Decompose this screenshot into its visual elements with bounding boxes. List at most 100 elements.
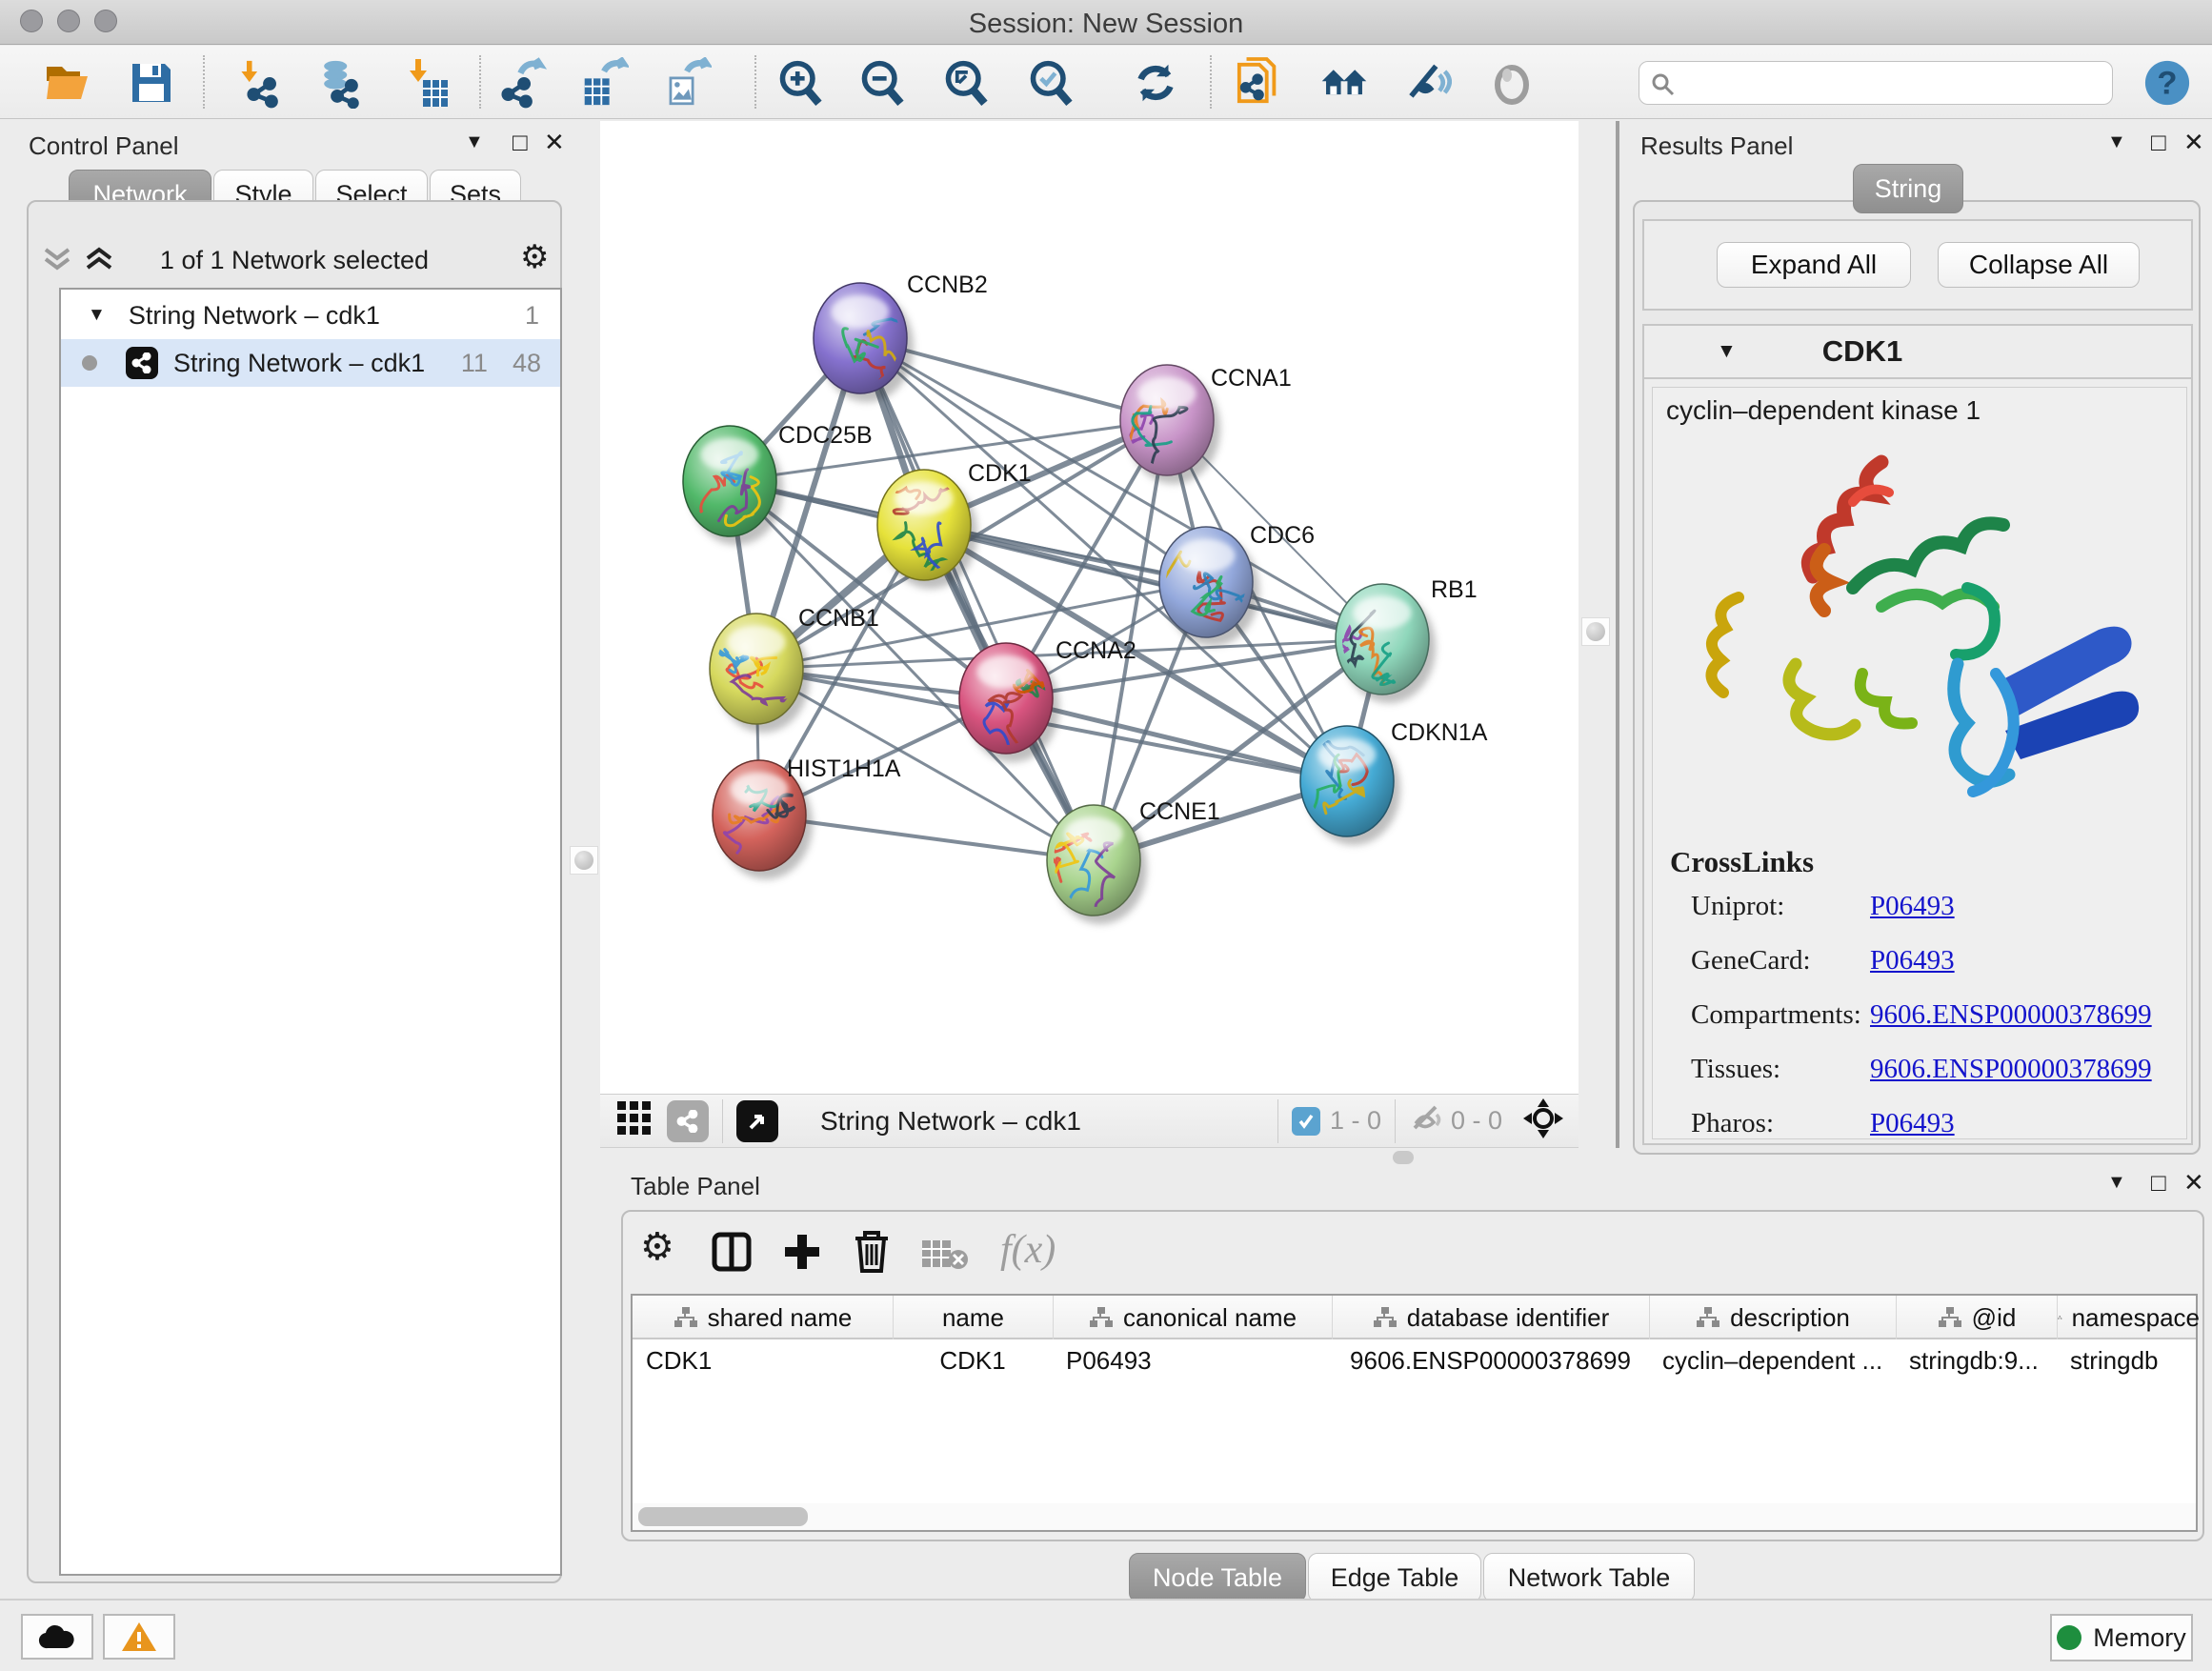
show-grid-icon[interactable]	[615, 1099, 654, 1142]
column-header[interactable]: name	[893, 1296, 1053, 1339]
toolbar-separator	[479, 55, 481, 109]
hide-glasses-icon[interactable]	[1404, 59, 1452, 107]
warning-icon	[120, 1621, 158, 1653]
column-header[interactable]: canonical name	[1053, 1296, 1332, 1339]
show-columns-icon[interactable]	[711, 1231, 753, 1273]
control-panel-float-icon[interactable]: □	[513, 128, 528, 157]
open-session-icon[interactable]	[44, 59, 91, 107]
share-document-icon[interactable]	[1236, 59, 1283, 107]
tree-expander-icon[interactable]: ▼	[88, 305, 106, 326]
protein-structure-image	[1681, 445, 2158, 816]
tab-node-table[interactable]: Node Table	[1129, 1553, 1306, 1602]
column-header[interactable]: database identifier	[1332, 1296, 1649, 1339]
node-label-CDKN1A: CDKN1A	[1391, 719, 1488, 746]
network-node-CCNA1[interactable]	[1120, 365, 1220, 484]
network-node-CDKN1A[interactable]	[1300, 726, 1400, 845]
refresh-icon[interactable]	[1132, 59, 1179, 107]
network-node-RB1[interactable]	[1332, 584, 1436, 703]
network-canvas[interactable]: CCNB2CCNA1CDC25BCDK1CDC6RB1CCNB1CCNA2CDK…	[600, 121, 1579, 1094]
add-column-icon[interactable]	[781, 1231, 823, 1273]
network-selection-status: 1 of 1 Network selected	[29, 246, 560, 275]
network-node-CDC25B[interactable]	[683, 426, 783, 545]
expand-all-button[interactable]: Expand All	[1717, 242, 1911, 288]
table-panel-menu-icon[interactable]: ▼	[2107, 1172, 2126, 1194]
table-panel-close-icon[interactable]: ✕	[2183, 1168, 2204, 1198]
fit-content-crosshair-icon[interactable]	[1523, 1098, 1563, 1143]
horizontal-scrollbar[interactable]	[633, 1503, 2196, 1530]
network-node-CCNE1[interactable]	[1047, 805, 1147, 933]
import-network-file-icon[interactable]	[234, 59, 282, 107]
import-table-icon[interactable]	[402, 59, 450, 107]
search-field[interactable]	[1639, 61, 2113, 105]
results-panel-menu-icon[interactable]: ▼	[2107, 131, 2126, 153]
network-node-CDC6[interactable]	[1150, 527, 1259, 646]
warning-status-button[interactable]	[103, 1614, 175, 1660]
crosslink-uniprot-link[interactable]: P06493	[1870, 891, 1955, 922]
export-image-icon[interactable]	[664, 59, 712, 107]
results-panel-float-icon[interactable]: □	[2151, 128, 2166, 157]
collapse-all-button[interactable]: Collapse All	[1938, 242, 2140, 288]
delete-column-icon[interactable]	[852, 1229, 892, 1275]
column-header[interactable]: @id	[1896, 1296, 2057, 1339]
zoom-fit-icon[interactable]	[942, 59, 990, 107]
network-edge-count: 48	[513, 349, 541, 378]
tab-network-table[interactable]: Network Table	[1483, 1553, 1695, 1602]
right-splitter-handle[interactable]	[1581, 617, 1610, 646]
control-panel-close-icon[interactable]: ✕	[544, 128, 565, 157]
results-panel-close-icon[interactable]: ✕	[2183, 128, 2204, 157]
selected-checkbox-icon[interactable]	[1292, 1107, 1320, 1136]
network-node-count: 11	[461, 349, 488, 378]
table-panel-title: Table Panel	[631, 1172, 760, 1201]
protein-expander-icon[interactable]: ▼	[1717, 340, 1737, 363]
tab-string[interactable]: String	[1853, 164, 1963, 213]
hierarchy-icon	[1696, 1306, 1720, 1329]
birdseye-view-icon[interactable]	[736, 1100, 778, 1142]
crosslink-label: Pharos:	[1691, 1108, 1774, 1139]
column-header[interactable]: shared name	[633, 1296, 893, 1339]
table-options-gear-icon[interactable]: ⚙	[640, 1225, 674, 1269]
column-header[interactable]: namespace	[2057, 1296, 2200, 1339]
cloud-status-button[interactable]	[21, 1614, 93, 1660]
protein-card-header[interactable]: ▼ CDK1	[1644, 326, 2191, 379]
network-collection-row[interactable]: ▼ String Network – cdk1 1	[61, 292, 560, 339]
network-share-icon[interactable]	[667, 1100, 709, 1142]
zoom-out-icon[interactable]	[858, 59, 906, 107]
protein-card: ▼ CDK1 cyclin–dependent kinase 1	[1642, 324, 2193, 1145]
help-icon[interactable]: ?	[2143, 59, 2191, 107]
string-home-icon[interactable]	[1320, 59, 1368, 107]
export-table-icon[interactable]	[581, 59, 629, 107]
table-panel-float-icon[interactable]: □	[2151, 1168, 2166, 1198]
column-header[interactable]: description	[1649, 1296, 1896, 1339]
crosslink-compartments-link[interactable]: 9606.ENSP00000378699	[1870, 999, 2152, 1031]
crosslink-genecard-link[interactable]: P06493	[1870, 945, 1955, 976]
node-label-CDC25B: CDC25B	[778, 422, 873, 449]
hierarchy-icon	[1373, 1306, 1398, 1329]
network-current-dot-icon	[82, 355, 97, 371]
network-row[interactable]: String Network – cdk1 11 48	[61, 339, 560, 387]
node-label-RB1: RB1	[1431, 576, 1478, 603]
crosslink-tissues-link[interactable]: 9606.ENSP00000378699	[1870, 1054, 2152, 1085]
node-label-CDC6: CDC6	[1250, 522, 1315, 549]
save-session-icon[interactable]	[128, 59, 175, 107]
network-node-CDK1[interactable]	[861, 470, 977, 589]
import-network-database-icon[interactable]	[314, 59, 362, 107]
crosslink-pharos-link[interactable]: P06493	[1870, 1108, 1955, 1139]
tab-edge-table[interactable]: Edge Table	[1308, 1553, 1481, 1602]
export-network-icon[interactable]	[501, 59, 549, 107]
search-input[interactable]	[1678, 68, 2087, 99]
zoom-selected-icon[interactable]	[1027, 59, 1075, 107]
zoom-in-icon[interactable]	[776, 59, 824, 107]
hierarchy-icon	[2058, 1306, 2062, 1329]
toolbar-separator	[203, 55, 205, 109]
memory-label: Memory	[2093, 1623, 2186, 1653]
network-options-gear-icon[interactable]: ⚙	[520, 238, 549, 276]
table-header-row: shared name name canonical name database…	[633, 1296, 2196, 1339]
string-network-graph[interactable]: CCNB2CCNA1CDC25BCDK1CDC6RB1CCNB1CCNA2CDK…	[600, 121, 1579, 1094]
left-splitter-handle[interactable]	[570, 846, 598, 875]
control-panel: Control Panel ▼ □ ✕ Network Style Select…	[0, 120, 564, 1595]
control-panel-menu-icon[interactable]: ▼	[465, 131, 484, 153]
memory-button[interactable]: Memory	[2050, 1614, 2193, 1661]
crosslink-label: GeneCard:	[1691, 945, 1811, 976]
table-row[interactable]: CDK1 CDK1 P06493 9606.ENSP00000378699 cy…	[633, 1339, 2196, 1381]
network-node-CCNA2[interactable]	[959, 643, 1059, 765]
